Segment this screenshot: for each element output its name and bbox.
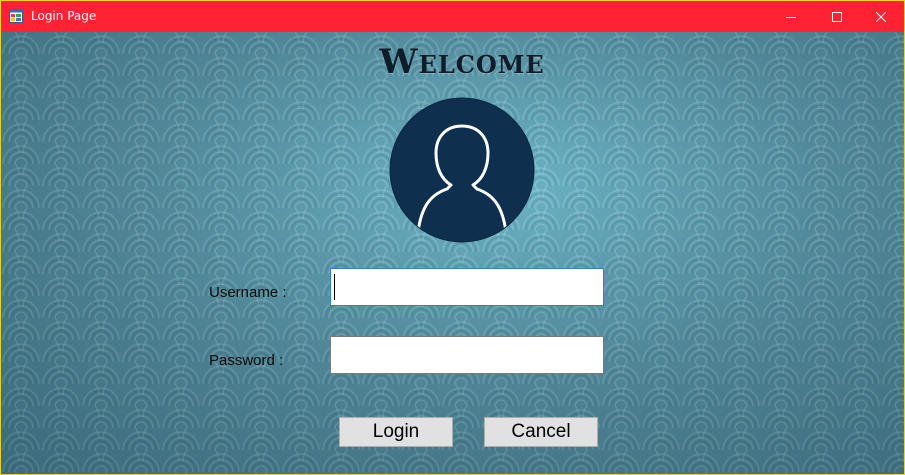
login-panel: Welcome Username : Password : Login Canc… (1, 32, 904, 474)
cancel-button[interactable]: Cancel (484, 417, 598, 447)
minimize-button[interactable] (768, 1, 814, 32)
maximize-button[interactable] (814, 1, 860, 32)
window-title: Login Page (31, 9, 97, 23)
login-button[interactable]: Login (339, 417, 453, 447)
password-label: Password : (209, 352, 284, 369)
maximize-icon (832, 11, 842, 22)
username-label: Username : (209, 284, 287, 301)
password-input[interactable] (330, 336, 604, 374)
close-button[interactable] (858, 1, 904, 32)
text-caret (334, 274, 335, 300)
login-window: Login Page Welcome Username: Password:… (0, 0, 905, 475)
welcome-heading: Welcome (379, 42, 545, 82)
user-silhouette-icon (389, 97, 535, 243)
close-icon (876, 11, 886, 22)
username-input[interactable] (330, 268, 604, 306)
minimize-icon (786, 16, 796, 18)
title-bar[interactable]: Login Page (1, 1, 904, 32)
app-icon (9, 9, 23, 23)
